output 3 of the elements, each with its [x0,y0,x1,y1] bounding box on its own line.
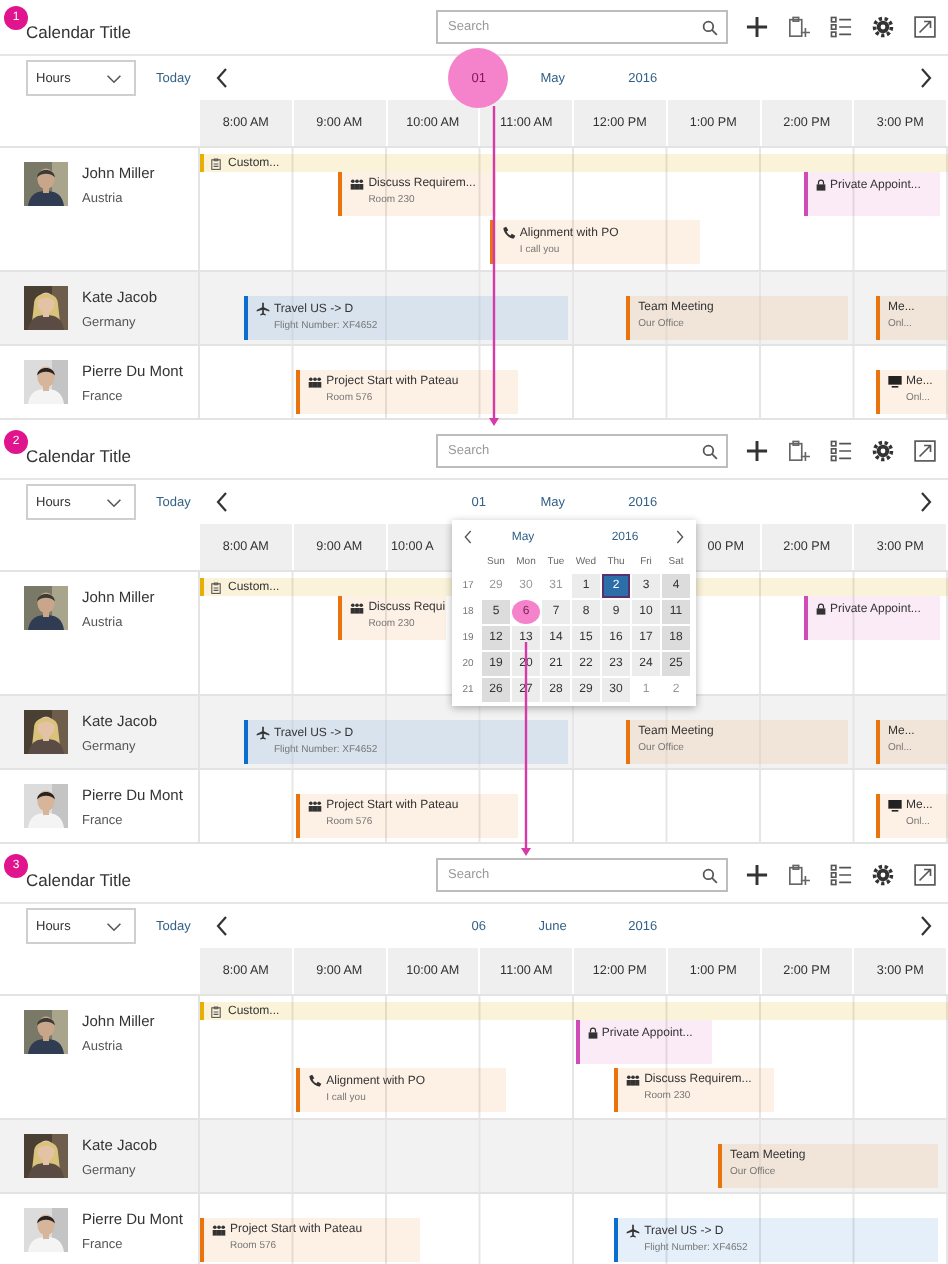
calendar-title: Calendar Title [26,445,131,465]
calendar-title: Calendar Title [26,21,131,41]
calendar-title: Calendar Title [26,869,131,889]
